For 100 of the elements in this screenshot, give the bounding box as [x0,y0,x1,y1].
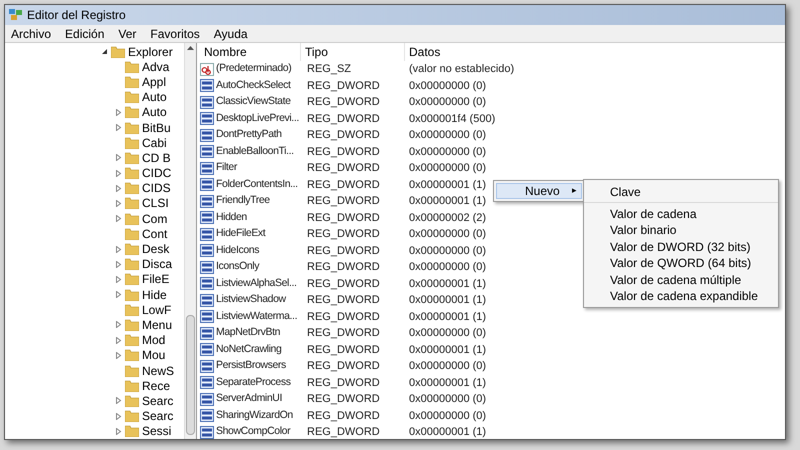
expand-arrow-icon[interactable] [115,291,122,298]
binary-value-icon [200,194,214,208]
menubar-option[interactable]: Edición [63,24,106,42]
expand-arrow-icon[interactable] [115,246,122,253]
folder-icon [125,228,139,240]
folder-icon [125,258,139,270]
submenu-option[interactable]: Valor de cadena múltiple [584,272,778,288]
table-cell-text: Hidden [216,210,247,225]
submenu-option[interactable]: Clave [584,182,778,203]
folder-icon [125,167,139,180]
table-cell-text: REG_DWORD [306,128,381,143]
table-cell-text: DesktopLivePrevi... [216,110,299,126]
scroll-thumb[interactable] [186,315,195,435]
folder-icon [125,91,139,104]
expand-arrow-icon[interactable] [115,215,122,222]
folder-icon [125,212,139,225]
table-cell-text: 0x00000000 (0) [408,78,486,94]
menubar-option[interactable]: Archivo [9,24,54,42]
table-cell-text: HideFileExt [216,226,266,242]
table-cell-text: SeparateProcess [216,374,291,390]
table-cell-text: ServerAdminUI [216,391,282,406]
folder-icon [125,197,139,210]
table-cell-text: MapNetDrvBtn [216,325,280,340]
table-cell-text: EnableBalloonTi... [216,144,294,159]
expand-arrow-icon[interactable] [115,200,122,207]
binary-value-icon [200,294,214,307]
table-cell-text: REG_SZ [306,62,352,77]
table-cell-text: REG_DWORD [306,144,381,160]
binary-value-icon [200,326,214,340]
folder-icon [125,273,139,286]
folder-icon [125,364,139,377]
menubar-option[interactable]: Favoritos [148,24,202,42]
table-cell-text: REG_DWORD [306,276,381,292]
expand-arrow-icon[interactable] [115,108,122,116]
table-cell-text: 0x00000000 (0) [408,144,486,160]
table-cell-text: 0x00000000 (0) [408,392,486,407]
binary-value-icon [200,392,214,406]
table-cell-text: REG_DWORD [306,244,381,258]
expand-arrow-icon[interactable] [115,276,122,283]
table-cell-text: 0x00000001 (1) [408,194,486,209]
column-header[interactable]: Tipo [301,43,405,61]
folder-icon [111,46,125,58]
table-cell-text: 0x00000000 (0) [408,359,486,374]
binary-value-icon [200,128,214,142]
binary-value-icon [200,79,214,92]
binary-value-icon [200,409,214,422]
submenu-option[interactable]: Valor de QWORD (64 bits) [584,256,778,272]
binary-value-icon [200,260,214,274]
binary-value-icon [200,277,214,290]
submenu-option[interactable]: Valor de cadena expandible [584,288,778,305]
expand-arrow-icon[interactable] [115,352,122,359]
table-cell-text: Filter [216,160,237,176]
expand-arrow-icon[interactable] [115,154,122,162]
folder-icon [125,334,139,346]
expand-arrow-icon[interactable] [115,170,122,177]
table-cell-text: DontPrettyPath [216,127,282,142]
folder-icon [125,425,139,438]
table-cell-text: ListviewWaterma... [216,308,298,324]
table-cell-text: REG_DWORD [306,227,381,242]
submenu-option[interactable]: Valor de cadena [584,206,778,222]
collapse-arrow-icon[interactable] [101,48,108,56]
menubar-option[interactable]: Ayuda [212,24,250,42]
binary-value-icon [200,178,214,192]
folder-icon [125,288,139,301]
folder-icon [125,318,139,331]
table-cell-text: ListviewAlphaSel... [216,276,297,291]
table-cell-text: NoNetCrawling [216,342,282,357]
context-menu-option[interactable]: Nuevo ▸ [496,183,582,199]
expand-arrow-icon[interactable] [115,184,122,192]
folder-icon [125,182,139,194]
menubar-option[interactable]: Ver [116,24,138,42]
expand-arrow-icon[interactable] [115,336,122,344]
table-cell-text: SharingWizardOn [216,408,293,423]
table-cell-text: REG_DWORD [306,161,381,176]
table-cell-text: REG_DWORD [306,293,381,308]
folder-icon [125,136,139,149]
expand-arrow-icon[interactable] [115,412,122,420]
expand-arrow-icon[interactable] [115,260,122,268]
table-cell-text: 0x00000000 (0) [408,408,486,424]
submenu-option[interactable]: Valor binario [584,222,778,239]
table-cell-text: 0x00000000 (0) [408,95,486,110]
table-cell-text: REG_DWORD [306,392,381,407]
registry-icon [9,9,23,21]
column-header[interactable]: Nombre [197,43,301,61]
folder-icon [125,243,139,256]
submenu-option[interactable]: Valor de DWORD (32 bits) [584,239,778,256]
table-cell-text: FolderContentsIn... [216,176,298,192]
folder-icon [125,106,139,118]
table-cell-text: REG_DWORD [306,310,381,324]
binary-value-icon [200,360,214,373]
column-header[interactable]: Datos [405,43,785,61]
table-cell-text: REG_DWORD [306,194,381,209]
expand-arrow-icon[interactable] [115,428,122,435]
expand-arrow-icon[interactable] [115,321,122,328]
table-cell-text: REG_DWORD [306,210,381,226]
table-cell-text: 0x00000001 (1) [408,310,486,324]
table-cell-text: PersistBrowsers [216,358,286,374]
expand-arrow-icon[interactable] [115,124,122,132]
expand-arrow-icon[interactable] [115,397,122,404]
table-cell-text: 0x00000000 (0) [408,244,486,258]
